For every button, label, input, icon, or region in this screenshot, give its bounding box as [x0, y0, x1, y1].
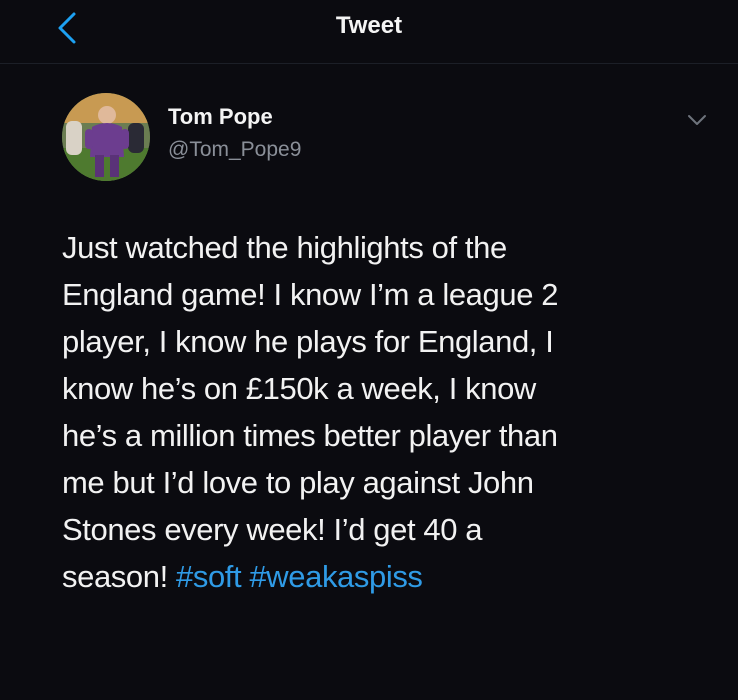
tweet-line: season!: [62, 559, 168, 594]
tweet-line: he’s a million times better player than: [62, 418, 558, 453]
header-divider: [0, 63, 738, 64]
tweet-line: Stones every week! I’d get 40 a: [62, 512, 483, 547]
tweet-menu-button[interactable]: [684, 110, 710, 130]
author-handle[interactable]: @Tom_Pope9: [168, 138, 301, 162]
avatar-photo: [62, 93, 150, 181]
author-display-name[interactable]: Tom Pope: [168, 104, 273, 130]
tweet-line: know he’s on £150k a week, I know: [62, 371, 536, 406]
tweet-line: England game! I know I’m a league 2: [62, 277, 559, 312]
hashtag-link[interactable]: #soft: [176, 559, 242, 594]
top-bar: Tweet: [0, 0, 738, 60]
tweet-text: Just watched the highlights of the Engla…: [62, 224, 702, 600]
tweet-line-last: season! #soft #weakaspiss: [62, 553, 702, 600]
tweet-line: player, I know he plays for England, I: [62, 324, 554, 359]
chevron-down-icon: [688, 115, 706, 125]
avatar[interactable]: [62, 93, 150, 181]
tweet-line: Just watched the highlights of the: [62, 230, 507, 265]
page-title: Tweet: [335, 12, 403, 39]
tweet-line: me but I’d love to play against John: [62, 465, 534, 500]
hashtag-link[interactable]: #weakaspiss: [249, 559, 422, 594]
